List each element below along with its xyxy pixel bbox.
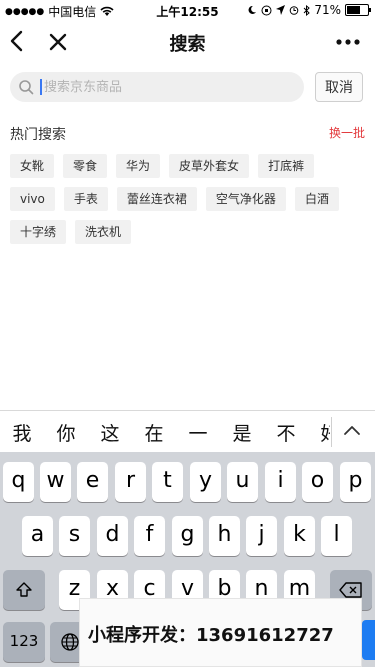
battery-percent: 71% bbox=[314, 3, 341, 17]
orientation-lock-icon bbox=[261, 5, 272, 15]
key-l[interactable]: l bbox=[321, 516, 352, 556]
globe-icon bbox=[61, 633, 79, 651]
tag-row: 女靴 零食 华为 皮草外套女 打底裤 bbox=[10, 154, 365, 178]
key-q[interactable]: q bbox=[3, 462, 34, 502]
candidate-divider bbox=[331, 417, 332, 447]
key-y[interactable]: y bbox=[190, 462, 221, 502]
search-row: 取消 bbox=[0, 70, 375, 104]
location-icon bbox=[276, 5, 286, 15]
search-icon bbox=[19, 80, 34, 95]
chevron-up-icon[interactable] bbox=[340, 421, 364, 441]
key-k[interactable]: k bbox=[284, 516, 315, 556]
tag-row: vivo 手表 蕾丝连衣裙 空气净化器 白酒 bbox=[10, 187, 365, 211]
battery-icon bbox=[345, 4, 371, 16]
key-e[interactable]: e bbox=[77, 462, 108, 502]
candidate-word[interactable]: 这 bbox=[88, 419, 132, 446]
candidate-bar: 我 你 这 在 一 是 不 好 bbox=[0, 410, 375, 453]
candidate-word[interactable]: 一 bbox=[176, 419, 220, 446]
bluetooth-icon bbox=[303, 4, 311, 16]
key-h[interactable]: h bbox=[209, 516, 240, 556]
key-g[interactable]: g bbox=[172, 516, 203, 556]
refresh-button[interactable]: 换一批 bbox=[329, 124, 365, 141]
hot-tags: 女靴 零食 华为 皮草外套女 打底裤 vivo 手表 蕾丝连衣裙 空气净化器 白… bbox=[10, 154, 365, 253]
hot-tag[interactable]: 手表 bbox=[63, 187, 108, 211]
candidate-word[interactable]: 我 bbox=[0, 419, 44, 446]
key-p[interactable]: p bbox=[340, 462, 371, 502]
key-j[interactable]: j bbox=[246, 516, 277, 556]
text-cursor bbox=[40, 79, 42, 95]
key-f[interactable]: f bbox=[134, 516, 165, 556]
alarm-icon bbox=[290, 6, 299, 15]
hot-tag[interactable]: 皮草外套女 bbox=[169, 154, 250, 178]
candidate-word[interactable]: 在 bbox=[132, 419, 176, 446]
key-u[interactable]: u bbox=[227, 462, 258, 502]
hot-tag[interactable]: 洗衣机 bbox=[75, 220, 132, 244]
hot-tag[interactable]: 华为 bbox=[116, 154, 161, 178]
page-title: 搜索 bbox=[169, 34, 206, 55]
candidate-list: 我 你 这 在 一 是 不 好 bbox=[0, 419, 330, 446]
status-bar: ●●●●● 中国电信 上午12:55 71% bbox=[0, 0, 375, 20]
more-dots-icon[interactable] bbox=[333, 30, 363, 54]
battery-fill bbox=[347, 6, 360, 14]
moon-icon bbox=[248, 5, 257, 14]
backspace-icon bbox=[339, 582, 362, 598]
key-t[interactable]: t bbox=[152, 462, 183, 502]
shift-key[interactable] bbox=[3, 570, 45, 610]
search-box[interactable] bbox=[10, 72, 304, 102]
promo-banner: 小程序开发：13691612727 bbox=[79, 598, 362, 667]
navbar: 搜索 bbox=[0, 20, 375, 64]
hot-tag[interactable]: 白酒 bbox=[294, 187, 339, 211]
key-d[interactable]: d bbox=[97, 516, 128, 556]
candidate-word[interactable]: 你 bbox=[44, 419, 88, 446]
key-o[interactable]: o bbox=[302, 462, 333, 502]
tag-row: 十字绣 洗衣机 bbox=[10, 220, 365, 244]
key-s[interactable]: s bbox=[59, 516, 90, 556]
hot-tag[interactable]: 女靴 bbox=[10, 154, 55, 178]
hot-tag[interactable]: vivo bbox=[10, 187, 55, 211]
hot-tag[interactable]: 零食 bbox=[63, 154, 108, 178]
search-key[interactable] bbox=[362, 620, 375, 660]
key-i[interactable]: i bbox=[265, 462, 296, 502]
search-input[interactable] bbox=[44, 77, 294, 97]
candidate-word[interactable]: 好 bbox=[308, 419, 330, 446]
cancel-button[interactable]: 取消 bbox=[315, 72, 363, 102]
hot-tag[interactable]: 打底裤 bbox=[258, 154, 315, 178]
hot-tag[interactable]: 十字绣 bbox=[10, 220, 67, 244]
shift-arrow-icon bbox=[16, 582, 32, 597]
hot-search-title: 热门搜索 bbox=[10, 127, 66, 143]
hot-tag[interactable]: 空气净化器 bbox=[205, 187, 286, 211]
promo-text: 小程序开发：13691612727 bbox=[88, 625, 334, 646]
hot-tag[interactable]: 蕾丝连衣裙 bbox=[116, 187, 197, 211]
key-a[interactable]: a bbox=[22, 516, 53, 556]
key-w[interactable]: w bbox=[40, 462, 71, 502]
key-r[interactable]: r bbox=[115, 462, 146, 502]
status-right: 71% bbox=[247, 3, 371, 17]
candidate-word[interactable]: 不 bbox=[264, 419, 308, 446]
numbers-key[interactable]: 123 bbox=[3, 622, 45, 662]
candidate-word[interactable]: 是 bbox=[220, 419, 264, 446]
